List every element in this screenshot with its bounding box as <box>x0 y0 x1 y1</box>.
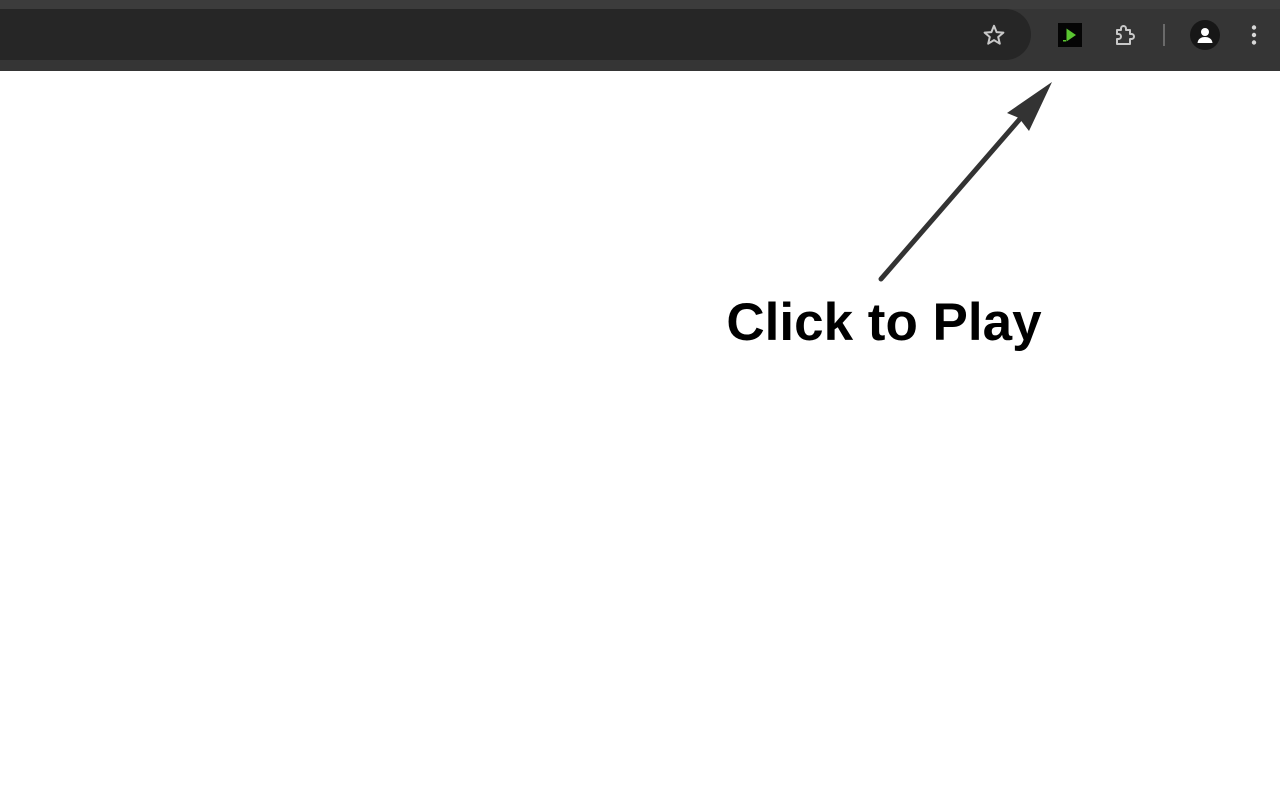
bookmark-star-button[interactable] <box>976 17 1012 53</box>
page-content <box>0 71 1280 800</box>
puzzle-piece-icon <box>1116 25 1135 45</box>
address-bar[interactable] <box>0 9 1031 60</box>
green-play-icon <box>1058 23 1082 47</box>
click-to-play-label: Click to Play <box>726 293 1042 352</box>
extensions-button[interactable] <box>1106 17 1144 53</box>
star-outline-icon <box>983 24 1005 45</box>
browser-tab-strip <box>0 0 1280 9</box>
play-extension-button[interactable] <box>1052 17 1088 53</box>
avatar <box>1190 20 1220 50</box>
profile-button[interactable] <box>1186 17 1224 53</box>
three-dots-vertical-icon <box>1251 25 1257 45</box>
person-icon <box>1197 28 1213 43</box>
toolbar-divider <box>1163 24 1165 46</box>
browser-toolbar <box>0 9 1280 71</box>
browser-menu-button[interactable] <box>1238 17 1270 53</box>
